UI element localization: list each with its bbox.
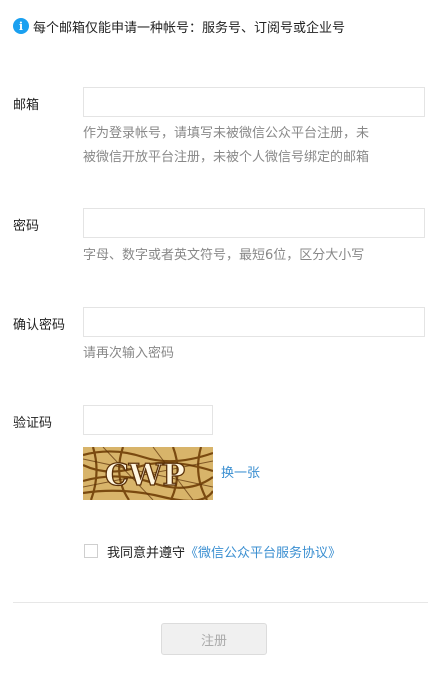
captcha-code: CWP — [105, 458, 185, 493]
password-label: 密码 — [13, 219, 40, 234]
email-field[interactable] — [83, 87, 425, 117]
password-hint: 字母、数字或者英文符号，最短6位，区分大小写 — [83, 248, 365, 263]
captcha-field[interactable] — [83, 405, 213, 435]
email-hint-line2: 被微信开放平台注册，未被个人微信号绑定的邮箱 — [83, 150, 370, 165]
email-label: 邮箱 — [13, 98, 40, 113]
service-agreement-link[interactable]: 《微信公众平台服务协议》 — [185, 546, 341, 561]
agreement-text: 我同意并遵守《微信公众平台服务协议》 — [107, 542, 341, 561]
notice-text: 每个邮箱仅能申请一种帐号：服务号、订阅号或企业号 — [33, 20, 346, 36]
register-button[interactable]: 注册 — [161, 623, 267, 655]
captcha-image[interactable]: CWP — [83, 447, 213, 500]
divider — [13, 602, 428, 603]
confirm-password-label: 确认密码 — [13, 318, 66, 333]
captcha-label: 验证码 — [13, 416, 53, 431]
info-icon: i — [13, 18, 29, 34]
confirm-password-hint: 请再次输入密码 — [83, 346, 175, 361]
refresh-captcha-link[interactable]: 换一张 — [221, 462, 260, 481]
email-hint-line1: 作为登录帐号，请填写未被微信公众平台注册，未 — [83, 126, 370, 141]
agreement-prefix: 我同意并遵守 — [107, 546, 186, 561]
notice-bar: i 每个邮箱仅能申请一种帐号：服务号、订阅号或企业号 — [13, 17, 346, 36]
password-field[interactable] — [83, 208, 425, 238]
agree-checkbox[interactable] — [84, 544, 98, 558]
confirm-password-field[interactable] — [83, 307, 425, 337]
